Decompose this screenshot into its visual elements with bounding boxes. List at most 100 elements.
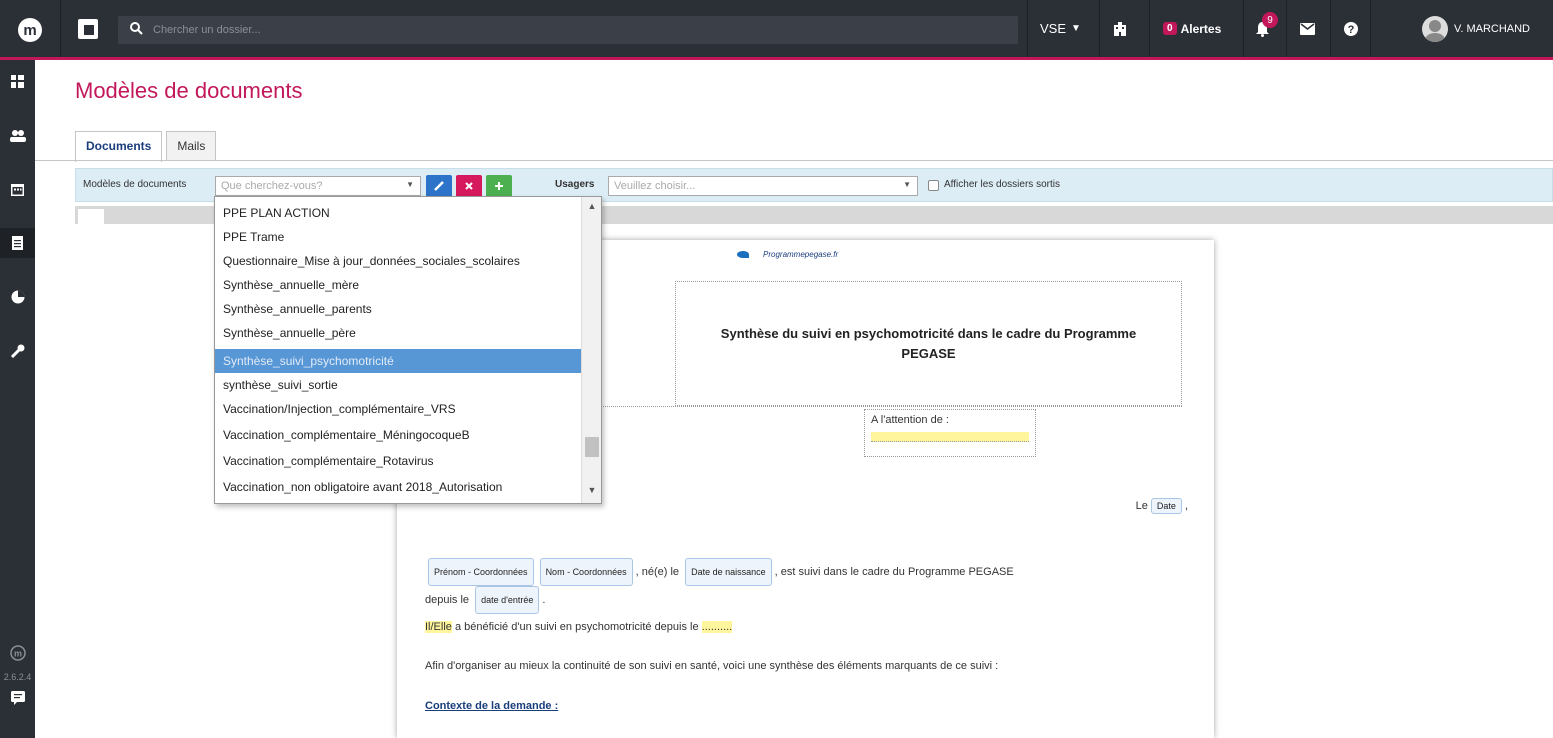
divider bbox=[1027, 0, 1028, 57]
models-select[interactable]: Que cherchez-vous? ▼ bbox=[215, 176, 421, 196]
prenom-chip[interactable]: Prénom - Coordonnées bbox=[428, 558, 534, 586]
date-prefix: Le bbox=[1135, 500, 1148, 512]
paragraph-text: depuis le bbox=[425, 594, 470, 606]
delete-button[interactable] bbox=[456, 175, 482, 197]
editor-tab[interactable] bbox=[78, 209, 104, 224]
chevron-down-icon: ▼ bbox=[1071, 23, 1081, 34]
il-elle-field[interactable]: Il/Elle bbox=[425, 621, 452, 633]
sidebar: m 2.6.2.4 bbox=[0, 60, 35, 738]
list-item[interactable]: PPE Trame bbox=[215, 225, 582, 249]
date-suffix: , bbox=[1184, 500, 1188, 512]
list-item[interactable]: Vaccination_complémentaire_MéningocoqueB bbox=[215, 423, 582, 447]
show-exited-checkbox[interactable] bbox=[928, 180, 939, 191]
document-date: Le Date , bbox=[1136, 498, 1188, 514]
alerts-button[interactable]: 0 Alertes bbox=[1163, 0, 1221, 57]
scrollbar-thumb[interactable] bbox=[585, 437, 599, 457]
document-logo: Programmepegase.fr bbox=[737, 250, 838, 259]
attention-field[interactable] bbox=[871, 432, 1029, 442]
models-dropdown-list[interactable]: PPE PLAN ACTION PPE Trame Questionnaire_… bbox=[214, 196, 602, 504]
search-bar[interactable] bbox=[118, 16, 1018, 44]
paragraph-text: . bbox=[542, 594, 546, 606]
document-title: Synthèse du suivi en psychomotricité dan… bbox=[675, 281, 1182, 406]
chat-icon[interactable] bbox=[0, 683, 35, 713]
logo-mark: m bbox=[18, 18, 42, 42]
edit-button[interactable] bbox=[426, 175, 452, 197]
paragraph-text: , est suivi dans le cadre du Programme P… bbox=[774, 566, 1014, 578]
bird-icon bbox=[737, 251, 749, 258]
pie-chart-icon[interactable] bbox=[0, 282, 35, 312]
birthdate-chip[interactable]: Date de naissance bbox=[685, 558, 772, 586]
calendar-icon[interactable] bbox=[0, 174, 35, 204]
chevron-down-icon: ▼ bbox=[406, 180, 414, 189]
structure-selector[interactable]: VSE ▼ bbox=[1040, 0, 1081, 57]
chevron-down-icon: ▼ bbox=[903, 180, 911, 189]
models-select-placeholder: Que cherchez-vous? bbox=[221, 180, 323, 192]
svg-text:m: m bbox=[13, 649, 21, 659]
dossier-icon[interactable] bbox=[78, 19, 98, 39]
list-item-selected[interactable]: Synthèse_suivi_psychomotricité bbox=[215, 349, 582, 373]
search-icon bbox=[130, 22, 143, 38]
list-item[interactable]: PPE PLAN ACTION bbox=[215, 201, 582, 225]
attention-box: A l'attention de : bbox=[864, 409, 1036, 457]
app-logo[interactable]: m bbox=[0, 0, 60, 60]
models-label: Modèles de documents bbox=[83, 179, 187, 190]
list-item[interactable]: Synthèse_annuelle_parents bbox=[215, 297, 582, 321]
app-version: 2.6.2.4 bbox=[3, 672, 32, 682]
tab-bar: Documents Mails bbox=[75, 131, 220, 162]
dropdown-scrollbar[interactable]: ▲ ▼ bbox=[581, 197, 601, 503]
alerts-count-badge: 0 bbox=[1163, 22, 1177, 35]
alerts-label: Alertes bbox=[1180, 21, 1222, 36]
wrench-icon[interactable] bbox=[0, 336, 35, 366]
document-logo-text: Programmepegase.fr bbox=[763, 250, 839, 259]
divider bbox=[1243, 0, 1244, 57]
usagers-label: Usagers bbox=[555, 179, 595, 190]
usagers-select[interactable]: Veuillez choisir... ▼ bbox=[608, 176, 918, 196]
divider bbox=[60, 0, 61, 57]
list-item[interactable]: Synthèse_annuelle_mère bbox=[215, 273, 582, 297]
user-menu[interactable]: V. MARCHAND bbox=[1422, 0, 1530, 57]
notifications-badge: 9 bbox=[1262, 12, 1278, 28]
divider bbox=[1286, 0, 1287, 57]
paragraph-text: , né(e) le bbox=[635, 566, 680, 578]
blank-field[interactable]: .......... bbox=[701, 621, 733, 633]
divider bbox=[35, 160, 1553, 161]
top-bar: m VSE ▼ 0 Alertes 9 ? V. MARCHAND bbox=[0, 0, 1553, 60]
avatar bbox=[1422, 15, 1448, 42]
document-paragraph: Prénom - Coordonnées Nom - Coordonnées, n… bbox=[425, 558, 1205, 614]
help-icon[interactable]: ? bbox=[1343, 0, 1359, 57]
building-icon[interactable] bbox=[1112, 0, 1128, 57]
tab-mails[interactable]: Mails bbox=[166, 131, 217, 161]
app-logo-small-icon: m bbox=[0, 638, 35, 668]
list-item[interactable]: Synthèse_annuelle_père bbox=[215, 321, 582, 345]
list-item[interactable]: Vaccination_complémentaire_Rotavirus bbox=[215, 449, 582, 473]
divider bbox=[1099, 0, 1100, 57]
chevron-up-icon[interactable]: ▲ bbox=[582, 201, 601, 217]
date-chip[interactable]: Date bbox=[1150, 498, 1182, 514]
paragraph-text: a bénéficié d'un suivi en psychomotricit… bbox=[454, 621, 699, 633]
divider bbox=[1370, 0, 1371, 57]
attention-label: A l'attention de : bbox=[871, 414, 949, 426]
page-title: Modèles de documents bbox=[75, 78, 303, 103]
list-item[interactable]: Questionnaire_Mise à jour_données_social… bbox=[215, 249, 582, 273]
nom-chip[interactable]: Nom - Coordonnées bbox=[539, 558, 633, 586]
section-heading: Contexte de la demande : bbox=[425, 700, 559, 712]
list-item[interactable]: synthèse_suivi_sortie bbox=[215, 373, 582, 397]
list-item[interactable]: Vaccination/Injection_complémentaire_VRS bbox=[215, 397, 582, 421]
divider bbox=[1330, 0, 1331, 57]
tab-documents[interactable]: Documents bbox=[75, 131, 163, 162]
search-input[interactable] bbox=[153, 24, 953, 36]
chevron-down-icon[interactable]: ▼ bbox=[582, 485, 601, 501]
divider bbox=[1149, 0, 1150, 57]
mail-icon[interactable] bbox=[1300, 0, 1315, 57]
dashboard-icon[interactable] bbox=[0, 66, 35, 96]
usagers-select-placeholder: Veuillez choisir... bbox=[614, 180, 696, 192]
document-paragraph: Il/Elle a bénéficié d'un suivi en psycho… bbox=[425, 621, 733, 633]
list-item[interactable]: Vaccination_non obligatoire avant 2018_A… bbox=[215, 475, 582, 499]
bell-icon[interactable] bbox=[1255, 0, 1270, 57]
users-icon[interactable] bbox=[0, 120, 35, 150]
entry-date-chip[interactable]: date d'entrée bbox=[475, 586, 540, 614]
add-button[interactable] bbox=[486, 175, 512, 197]
document-paragraph: Afin d'organiser au mieux la continuité … bbox=[425, 660, 999, 672]
svg-text:?: ? bbox=[1348, 24, 1355, 36]
document-icon[interactable] bbox=[0, 228, 35, 258]
